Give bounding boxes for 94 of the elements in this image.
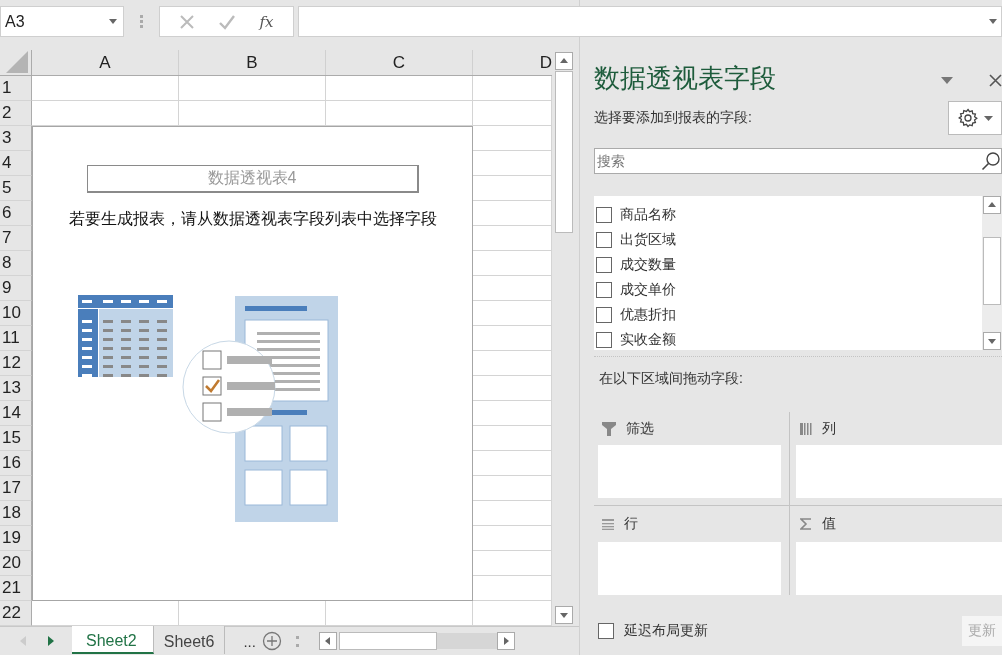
field-checkbox[interactable]: [596, 331, 612, 348]
scroll-thumb[interactable]: [983, 237, 1001, 305]
search-icon: [981, 151, 1001, 171]
row-header[interactable]: 16: [0, 451, 32, 476]
row-header[interactable]: 9: [0, 276, 32, 301]
list-scrollbar[interactable]: [982, 196, 1002, 350]
row-header[interactable]: 2: [0, 101, 32, 126]
cell[interactable]: [32, 76, 179, 101]
cell[interactable]: [179, 76, 326, 101]
field-checkbox[interactable]: [596, 256, 612, 273]
field-checkbox[interactable]: [596, 306, 612, 323]
scroll-left-icon[interactable]: [318, 632, 337, 650]
defer-checkbox[interactable]: [598, 623, 614, 639]
field-checkbox[interactable]: [596, 281, 612, 298]
name-box[interactable]: A3: [0, 6, 124, 37]
pane-title: 数据透视表字段: [594, 61, 777, 95]
row-header[interactable]: 5: [0, 176, 32, 201]
field-label[interactable]: 成交单价: [620, 280, 676, 299]
confirm-icon[interactable]: [218, 13, 237, 30]
defer-label[interactable]: 延迟布局更新: [624, 622, 962, 640]
more-sheets-button[interactable]: ...: [243, 632, 256, 650]
rows-icon: [602, 518, 614, 530]
column-header[interactable]: D: [473, 50, 552, 75]
scroll-down-icon[interactable]: [555, 606, 573, 624]
drop-area[interactable]: [796, 445, 1002, 498]
row-header[interactable]: 10: [0, 301, 32, 326]
vertical-scrollbar[interactable]: [552, 50, 576, 626]
caret-icon: [989, 19, 997, 24]
row-header[interactable]: 13: [0, 376, 32, 401]
row-header[interactable]: 8: [0, 251, 32, 276]
column-header[interactable]: C: [326, 50, 473, 75]
settings-button[interactable]: [948, 101, 1002, 135]
scroll-thumb[interactable]: [338, 632, 437, 650]
field-label[interactable]: 成交数量: [620, 255, 676, 274]
drop-area[interactable]: [598, 445, 781, 498]
field-checkbox[interactable]: [596, 231, 612, 248]
previous-sheet-icon[interactable]: [20, 636, 28, 646]
row-header[interactable]: 17: [0, 476, 32, 501]
horizontal-scrollbar[interactable]: [318, 632, 515, 650]
scroll-right-icon[interactable]: [496, 632, 515, 650]
area-label: 筛选: [626, 419, 654, 438]
row-header[interactable]: 21: [0, 576, 32, 601]
dropdown-icon[interactable]: [941, 76, 953, 84]
sum-icon: [800, 518, 812, 530]
columns-icon: [800, 422, 812, 435]
row-header[interactable]: 11: [0, 326, 32, 351]
area-label: 值: [822, 515, 836, 533]
row-header[interactable]: 6: [0, 201, 32, 226]
drop-area[interactable]: [598, 542, 781, 595]
sheet-tab[interactable]: Sheet2: [72, 626, 154, 654]
formula-input[interactable]: [298, 6, 1002, 37]
pivot-instruction: 若要生成报表，请从数据透视表字段列表中选择字段: [68, 209, 437, 229]
field-prompt: 选择要添加到报表的字段:: [594, 109, 752, 127]
row-header[interactable]: 3: [0, 126, 32, 151]
row-header[interactable]: 1: [0, 76, 32, 101]
filter-icon: [602, 421, 616, 436]
row-header[interactable]: 4: [0, 151, 32, 176]
caret-icon: [983, 115, 993, 121]
grip-icon[interactable]: [295, 635, 299, 647]
row-header[interactable]: 14: [0, 401, 32, 426]
field-label[interactable]: 出货区域: [620, 230, 676, 249]
next-sheet-icon[interactable]: [46, 636, 54, 646]
row-header[interactable]: 20: [0, 551, 32, 576]
add-sheet-icon[interactable]: [261, 631, 282, 651]
row-header[interactable]: 7: [0, 226, 32, 251]
pivot-title: 数据透视表4: [86, 165, 419, 193]
cell[interactable]: [326, 76, 473, 101]
caret-icon: [109, 19, 117, 24]
row-header[interactable]: 18: [0, 501, 32, 526]
row-header[interactable]: 12: [0, 351, 32, 376]
column-header[interactable]: A: [32, 50, 179, 75]
area-label: 列: [822, 419, 836, 438]
drop-area[interactable]: [796, 542, 1002, 595]
row-header[interactable]: 22: [0, 601, 32, 626]
scroll-up-icon[interactable]: [555, 52, 573, 70]
row-header[interactable]: 19: [0, 526, 32, 551]
area-label: 行: [624, 515, 638, 533]
scroll-up-icon[interactable]: [983, 196, 1001, 214]
cancel-icon[interactable]: [179, 13, 196, 30]
sheet-tab[interactable]: Sheet6: [153, 626, 226, 654]
field-label[interactable]: 实收金额: [620, 330, 676, 349]
field-checkbox[interactable]: [596, 206, 612, 223]
field-label[interactable]: 优惠折扣: [620, 305, 676, 324]
field-label[interactable]: 商品名称: [620, 205, 676, 224]
grip-icon: [140, 15, 143, 28]
areas-label: 在以下区域间拖动字段:: [598, 370, 744, 388]
row-header[interactable]: 15: [0, 426, 32, 451]
search-field[interactable]: 搜索: [594, 148, 1002, 174]
column-header[interactable]: B: [179, 50, 326, 75]
settings-icon: [957, 108, 978, 128]
scroll-down-icon[interactable]: [983, 332, 1001, 350]
scroll-thumb[interactable]: [555, 71, 573, 233]
close-icon[interactable]: [989, 73, 1002, 87]
insert-function-button[interactable]: fx: [259, 12, 274, 31]
